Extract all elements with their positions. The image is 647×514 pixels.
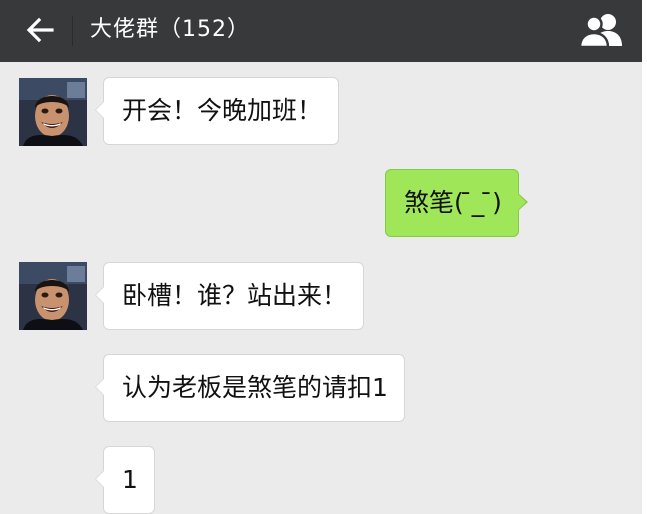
chat-screen: 大佬群（152） 开会！今晚加班！ 煞笔( ̄_ ̄) 卧槽！谁？站出来！ 认为… <box>0 0 642 514</box>
message-bubble-3[interactable]: 卧槽！谁？站出来！ <box>94 262 365 330</box>
message-bubble-2[interactable]: 煞笔( ̄_ ̄) <box>385 169 528 237</box>
sender-avatar[interactable] <box>19 262 87 330</box>
chat-title: 大佬群（152） <box>90 17 250 42</box>
group-info-button[interactable] <box>578 10 626 50</box>
arrow-left-icon <box>26 17 54 43</box>
back-button[interactable] <box>22 10 62 50</box>
title-bar: 大佬群（152） <box>0 0 642 62</box>
message-bubble-1[interactable]: 开会！今晚加班！ <box>94 77 340 145</box>
avatar-photo <box>19 78 87 146</box>
group-members-icon <box>578 14 622 49</box>
avatar-photo <box>19 262 87 330</box>
message-bubble-5[interactable]: 1 <box>95 446 155 514</box>
sender-avatar[interactable] <box>19 78 87 146</box>
title-divider <box>72 16 73 46</box>
message-bubble-4[interactable]: 认为老板是煞笔的请扣1 <box>95 354 405 422</box>
